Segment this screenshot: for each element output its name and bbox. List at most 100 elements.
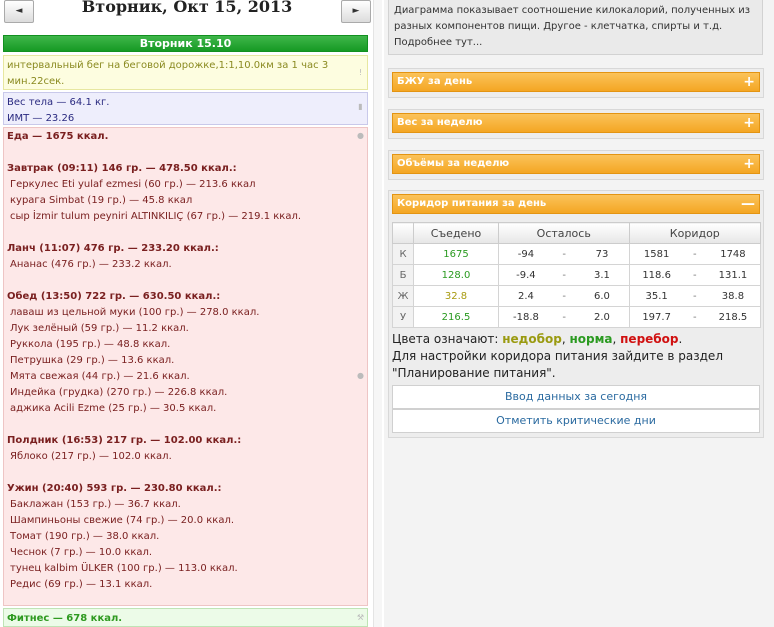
eaten-cell: 128.0: [413, 264, 499, 286]
remain-max: 2.0: [575, 306, 630, 328]
expand-icon[interactable]: +: [743, 114, 755, 132]
meal-title: Обед (13:50) 722 гр. — 630.50 ккал.:: [7, 291, 221, 302]
food-item: Редис (69 гр.) — 13.1 ккал.: [10, 579, 153, 590]
food-item: курага Simbat (19 гр.) — 45.8 ккал: [10, 195, 193, 206]
legend-ok: норма: [569, 332, 613, 346]
panel-volume-header[interactable]: Объёмы за неделю +: [392, 154, 760, 174]
food-item: Лук зелёный (59 гр.) — 11.2 ккал.: [10, 323, 189, 334]
food-item: Петрушка (29 гр.) — 13.6 ккал.: [10, 355, 175, 366]
food-block[interactable]: Еда — 1675 ккал. Завтрак (09:11) 146 гр.…: [3, 127, 368, 606]
day-header: Вторник 15.10: [3, 35, 368, 52]
corridor-max: 38.8: [705, 285, 761, 307]
eaten-cell: 216.5: [413, 306, 499, 328]
panel-corridor: Коридор питания за день — Съедено Остало…: [388, 190, 764, 438]
food-item: лаваш из цельной муки (100 гр.) — 278.0 …: [10, 307, 260, 318]
food-item: Томат (190 гр.) — 38.0 ккал.: [10, 531, 160, 542]
food-item: Яблоко (217 гр.) — 102.0 ккал.: [10, 451, 172, 462]
food-item: тунец kalbim ÜLKER (100 гр.) — 113.0 кка…: [10, 563, 238, 574]
dash: -: [683, 243, 706, 265]
col-header: Съедено: [413, 222, 499, 244]
remain-max: 3.1: [575, 264, 630, 286]
remain-max: 73: [575, 243, 630, 265]
dash: -: [683, 264, 706, 286]
food-item: Баклажан (153 гр.) — 36.7 ккал.: [10, 499, 181, 510]
diagram-info: Диаграмма показывает соотношение килокал…: [388, 0, 763, 55]
panel-title: Объёмы за неделю: [397, 158, 510, 169]
row-label: У: [391, 306, 415, 328]
expand-icon[interactable]: +: [743, 155, 755, 173]
more-link[interactable]: Подробнее тут...: [394, 35, 757, 51]
remain-max: 6.0: [575, 285, 630, 307]
food-item: Геркулес Eti yulaf ezmesi (60 гр.) — 213…: [10, 179, 256, 190]
col-header: Осталось: [497, 222, 630, 244]
corner-cell: [391, 222, 415, 244]
meal-title: Завтрак (09:11) 146 гр. — 478.50 ккал.:: [7, 163, 237, 174]
corridor-max: 218.5: [705, 306, 761, 328]
weight-text: Вес тела — 64.1 кг.: [7, 97, 110, 108]
remain-min: -18.8: [497, 306, 553, 328]
column-divider: [373, 0, 382, 627]
table-header-row: Съедено Осталось Коридор: [391, 222, 762, 244]
food-item: аджика Acili Ezme (25 гр.) — 30.5 ккал.: [10, 403, 217, 414]
collapse-icon[interactable]: —: [741, 195, 755, 213]
panel-bju: БЖУ за день +: [388, 68, 764, 98]
activity-line: интервальный бег на беговой дорожке,1:1,…: [7, 60, 329, 71]
dash: -: [552, 243, 576, 265]
corridor-max: 131.1: [705, 264, 761, 286]
table-row: Ж 32.8 2.4 - 6.0 35.1 - 38.8: [391, 285, 761, 307]
remain-min: -94: [497, 243, 553, 265]
food-item: Мята свежая (44 гр.) — 21.6 ккал.: [10, 371, 190, 382]
food-item: сыр İzmir tulum peyniri ALTINKILIÇ (67 г…: [10, 211, 302, 222]
panel-title: Коридор питания за день: [397, 198, 547, 209]
prev-day-button[interactable]: ◄: [4, 0, 34, 23]
panel-corridor-header[interactable]: Коридор питания за день —: [392, 194, 760, 214]
apple-icon[interactable]: ●: [356, 371, 365, 380]
day-column: ◄ Вторник, Окт 15, 2013 ► Вторник 15.10 …: [0, 0, 372, 627]
panel-weight: Вес за неделю +: [388, 109, 764, 139]
color-legend: Цвета означают: недобор, норма, перебор.: [392, 331, 760, 348]
dash: -: [683, 306, 706, 328]
corridor-max: 1748: [705, 243, 761, 265]
food-total: Еда — 1675 ккал.: [7, 131, 109, 142]
legend-prefix: Цвета означают:: [392, 332, 503, 346]
table-row: К 1675 -94 - 73 1581 - 1748: [391, 243, 761, 265]
apple-icon[interactable]: ●: [356, 131, 365, 140]
legend-end: .: [678, 332, 683, 346]
next-day-button[interactable]: ►: [341, 0, 371, 23]
info-line: разных компонентов пищи. Другое - клетча…: [394, 21, 723, 32]
food-item: Ананас (476 гр.) — 233.2 ккал.: [10, 259, 172, 270]
trash-icon[interactable]: ▮: [356, 102, 365, 111]
legend-over: перебор: [620, 332, 679, 346]
eaten-cell: 32.8: [413, 285, 499, 307]
exclamation-icon[interactable]: !: [356, 68, 365, 77]
panel-volume: Объёмы за неделю +: [388, 150, 764, 180]
meal-title: Ужин (20:40) 593 гр. — 230.80 ккал.:: [7, 483, 222, 494]
hint-line: "Планирование питания".: [392, 366, 556, 380]
food-item: Руккола (195 гр.) — 48.8 ккал.: [10, 339, 171, 350]
dumbbell-icon[interactable]: ⚒: [356, 613, 365, 622]
panel-weight-header[interactable]: Вес за неделю +: [392, 113, 760, 133]
enter-data-button[interactable]: Ввод данных за сегодня: [392, 385, 760, 409]
table-row: Б 128.0 -9.4 - 3.1 118.6 - 131.1: [391, 264, 761, 286]
corridor-min: 118.6: [628, 264, 684, 286]
food-item: Индейка (грудка) (270 гр.) — 226.8 ккал.: [10, 387, 228, 398]
panel-bju-header[interactable]: БЖУ за день +: [392, 72, 760, 92]
activity-block[interactable]: интервальный бег на беговой дорожке,1:1,…: [3, 55, 368, 90]
body-stats-block[interactable]: Вес тела — 64.1 кг. ИМТ — 23.26 ▮: [3, 92, 368, 125]
food-item: Чеснок (7 гр.) — 10.0 ккал.: [10, 547, 153, 558]
expand-icon[interactable]: +: [743, 73, 755, 91]
dash: -: [683, 285, 706, 307]
row-label: Ж: [391, 285, 415, 307]
table-row: У 216.5 -18.8 - 2.0 197.7 - 218.5: [391, 306, 761, 328]
hint-line: Для настройки коридора питания зайдите в…: [392, 349, 723, 363]
activity-line: мин.22сек.: [7, 76, 65, 87]
dash: -: [552, 264, 576, 286]
date-title: Вторник, Окт 15, 2013: [81, 0, 293, 16]
legend-sep: ,: [612, 332, 621, 346]
fitness-block[interactable]: Фитнес — 678 ккал. ⚒: [3, 608, 368, 627]
sidebar: Диаграмма показывает соотношение килокал…: [384, 0, 774, 627]
remain-min: 2.4: [497, 285, 553, 307]
critical-days-button[interactable]: Отметить критические дни: [392, 409, 760, 433]
corridor-min: 1581: [628, 243, 684, 265]
eaten-cell: 1675: [413, 243, 499, 265]
